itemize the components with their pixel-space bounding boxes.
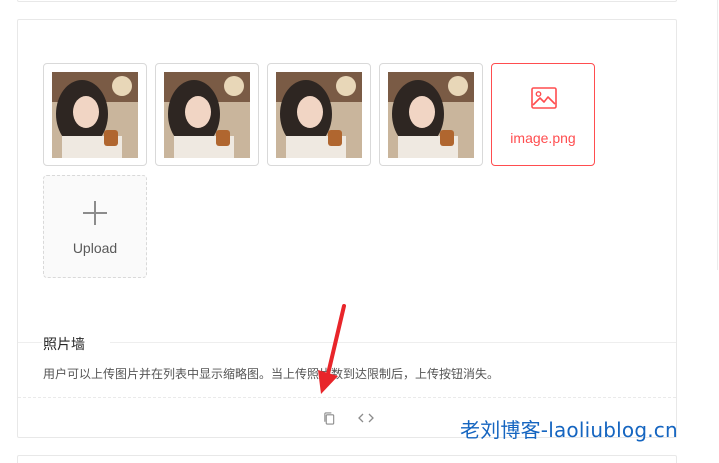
- previous-demo-card: [17, 0, 677, 2]
- plus-icon: [83, 201, 107, 225]
- demo-title: 照片墙: [43, 334, 93, 354]
- picture-icon: [531, 87, 557, 109]
- copy-icon: [323, 411, 334, 425]
- upload-thumbnail[interactable]: [379, 63, 483, 166]
- upload-thumbnail[interactable]: [267, 63, 371, 166]
- watermark: 老刘博客-laoliublog.cn: [460, 418, 678, 442]
- upload-thumbnail[interactable]: [155, 63, 259, 166]
- meta-divider-left: [18, 342, 42, 343]
- next-demo-card: [17, 455, 677, 463]
- code-expand-icon: [358, 413, 374, 423]
- expand-code-button[interactable]: [358, 410, 374, 426]
- upload-button[interactable]: Upload: [43, 175, 147, 278]
- photo-thumbnail-image: [388, 72, 474, 158]
- photo-thumbnail-image: [164, 72, 250, 158]
- demo-card-picture-wall: image.png Upload 照片墙 用户可以上传图片并在列表中显示缩略图。…: [17, 19, 677, 438]
- photo-thumbnail-image: [52, 72, 138, 158]
- demo-description: 用户可以上传图片并在列表中显示缩略图。当上传照片数到达限制后，上传按钮消失。: [43, 367, 500, 381]
- meta-divider-right: [110, 342, 676, 343]
- upload-item-filename: image.png: [510, 130, 576, 146]
- upload-thumbnail[interactable]: [43, 63, 147, 166]
- upload-item-error[interactable]: image.png: [491, 63, 595, 166]
- upload-button-label: Upload: [72, 240, 118, 256]
- copy-code-button[interactable]: [321, 410, 337, 426]
- photo-thumbnail-image: [276, 72, 362, 158]
